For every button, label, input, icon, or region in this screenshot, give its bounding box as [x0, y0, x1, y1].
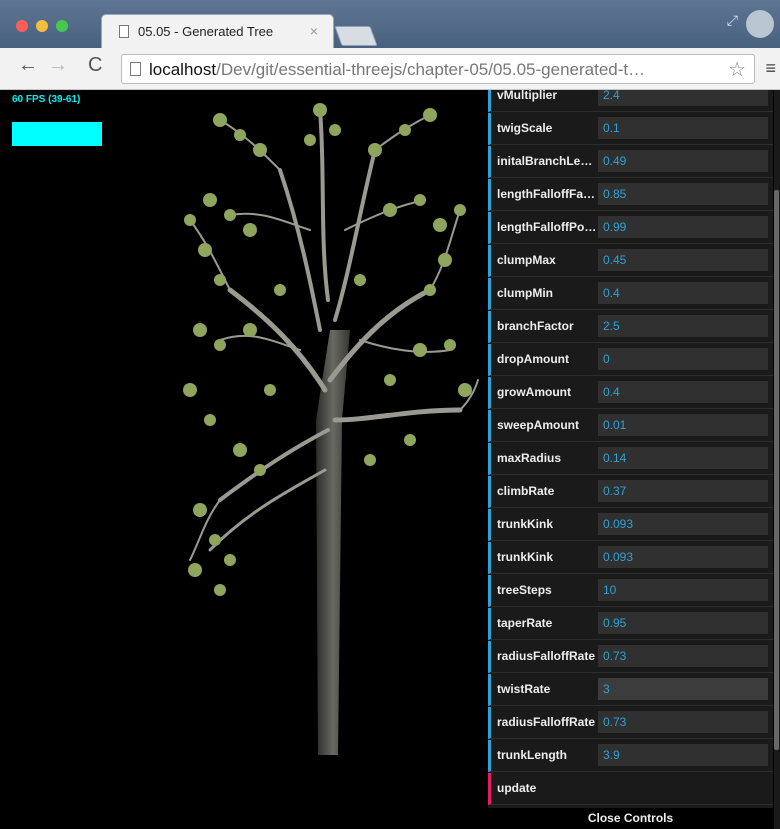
dat-gui-panel[interactable]: vMultiplier 2.4 twigScale 0.1 initalBranchLe… [488, 90, 773, 829]
gui-control-label: trunkKink [497, 550, 554, 564]
webgl-canvas[interactable]: 60 FPS (39-61) vMultiplier 2.4 twigScale… [0, 90, 780, 829]
tab-title: 05.05 - Generated Tree [138, 24, 274, 39]
gui-control-label: twigScale [497, 121, 553, 135]
gui-control-value[interactable]: 0.49 [598, 150, 768, 172]
gui-control-label: sweepAmount [497, 418, 580, 432]
gui-control-label: initalBranchLe… [497, 154, 593, 168]
tab-close-icon[interactable]: × [310, 23, 318, 39]
gui-control-row[interactable]: branchFactor 2.5 [488, 311, 773, 343]
generated-tree [183, 103, 479, 755]
address-bar[interactable]: localhost/Dev/git/essential-threejs/chap… [121, 54, 755, 84]
gui-control-value[interactable]: 0.1 [598, 117, 768, 139]
gui-control-label: taperRate [497, 616, 553, 630]
gui-control-label: maxRadius [497, 451, 562, 465]
gui-control-value[interactable]: 3 [598, 678, 768, 700]
forward-icon[interactable]: → [48, 54, 68, 77]
scrollbar-thumb[interactable] [774, 190, 779, 750]
gui-control-value[interactable]: 0.14 [598, 447, 768, 469]
tree-trunk [316, 330, 350, 755]
gui-control-value[interactable]: 0.37 [598, 480, 768, 502]
gui-control-row[interactable]: dropAmount 0 [488, 344, 773, 376]
gui-control-value[interactable]: 0.45 [598, 249, 768, 271]
gui-control-row[interactable]: taperRate 0.95 [488, 608, 773, 640]
gui-control-label: radiusFalloffRate [497, 649, 596, 663]
gui-control-value[interactable]: 2.5 [598, 315, 768, 337]
new-tab-button[interactable] [334, 26, 378, 46]
menu-icon[interactable]: ≡ [765, 58, 776, 79]
url-host: localhost [149, 60, 217, 79]
bookmark-star-icon[interactable]: ☆ [728, 57, 746, 82]
gui-control-row[interactable]: twistRate 3 [488, 674, 773, 706]
gui-control-label: clumpMax [497, 253, 556, 267]
gui-control-label: dropAmount [497, 352, 569, 366]
update-button[interactable]: update [488, 773, 773, 805]
minimize-window-button[interactable] [36, 20, 48, 32]
gui-control-value[interactable]: 0.01 [598, 414, 768, 436]
gui-control-value[interactable]: 10 [598, 579, 768, 601]
gui-control-value[interactable]: 0.95 [598, 612, 768, 634]
gui-control-label: vMultiplier [497, 90, 558, 102]
gui-control-row[interactable]: twigScale 0.1 [488, 113, 773, 145]
fps-stats[interactable]: 60 FPS (39-61) [12, 94, 102, 146]
gui-control-label: lengthFalloffPo… [497, 220, 597, 234]
gui-control-value[interactable]: 2.4 [598, 90, 768, 106]
gui-control-label: growAmount [497, 385, 571, 399]
gui-control-value[interactable]: 0 [598, 348, 768, 370]
gui-control-label: treeSteps [497, 583, 552, 597]
gui-control-label: radiusFalloffRate [497, 715, 596, 729]
gui-control-row[interactable]: sweepAmount 0.01 [488, 410, 773, 442]
gui-control-row[interactable]: initalBranchLe… 0.49 [488, 146, 773, 178]
gui-control-label: branchFactor [497, 319, 574, 333]
gui-control-row[interactable]: clumpMax 0.45 [488, 245, 773, 277]
gui-control-row[interactable]: clumpMin 0.4 [488, 278, 773, 310]
gui-control-row[interactable]: trunkLength 3.9 [488, 740, 773, 772]
gui-control-label: clumpMin [497, 286, 553, 300]
gui-control-row[interactable]: climbRate 0.37 [488, 476, 773, 508]
gui-control-label: lengthFalloffFa… [497, 187, 595, 201]
gui-control-row[interactable]: treeSteps 10 [488, 575, 773, 607]
gui-control-value[interactable]: 0.4 [598, 282, 768, 304]
gui-control-row[interactable]: radiusFalloffRate 0.73 [488, 707, 773, 739]
update-label: update [497, 781, 537, 795]
page-icon [130, 62, 141, 76]
back-icon[interactable]: ← [18, 54, 38, 77]
gui-control-label: trunkLength [497, 748, 567, 762]
page-scrollbar[interactable] [774, 90, 780, 829]
gui-control-value[interactable]: 0.73 [598, 645, 768, 667]
gui-control-value[interactable]: 0.093 [598, 513, 768, 535]
fullscreen-icon[interactable]: ⤢ [727, 12, 738, 29]
window-controls [16, 20, 68, 32]
gui-control-value[interactable]: 0.85 [598, 183, 768, 205]
gui-control-label: twistRate [497, 682, 551, 696]
gui-control-value[interactable]: 3.9 [598, 744, 768, 766]
url-path: /Dev/git/essential-threejs/chapter-05/05… [216, 60, 646, 79]
close-controls-button[interactable]: Close Controls [488, 808, 773, 829]
gui-control-row[interactable]: radiusFalloffRate 0.73 [488, 641, 773, 673]
url-text[interactable]: localhost/Dev/git/essential-threejs/chap… [149, 60, 645, 80]
gui-control-value[interactable]: 0.093 [598, 546, 768, 568]
close-window-button[interactable] [16, 20, 28, 32]
gui-control-row[interactable]: trunkKink 0.093 [488, 542, 773, 574]
gui-control-row[interactable]: lengthFalloffFa… 0.85 [488, 179, 773, 211]
profile-icon[interactable] [746, 10, 774, 38]
zoom-window-button[interactable] [56, 20, 68, 32]
gui-control-label: climbRate [497, 484, 555, 498]
gui-control-label: trunkKink [497, 517, 554, 531]
fps-label: 60 FPS (39-61) [12, 94, 81, 105]
gui-control-row[interactable]: trunkKink 0.093 [488, 509, 773, 541]
gui-control-row[interactable]: maxRadius 0.14 [488, 443, 773, 475]
browser-toolbar: ← → C localhost/Dev/git/essential-threej… [0, 48, 780, 90]
window-titlebar: 05.05 - Generated Tree × ⤢ [0, 0, 780, 48]
gui-control-value[interactable]: 0.73 [598, 711, 768, 733]
page-icon [119, 25, 129, 38]
gui-control-value[interactable]: 0.99 [598, 216, 768, 238]
gui-control-row[interactable]: vMultiplier 2.4 [488, 90, 773, 112]
gui-control-row[interactable]: growAmount 0.4 [488, 377, 773, 409]
browser-tab[interactable]: 05.05 - Generated Tree × [101, 14, 334, 48]
gui-control-row[interactable]: lengthFalloffPo… 0.99 [488, 212, 773, 244]
reload-icon[interactable]: C [88, 54, 102, 77]
fps-graph [12, 122, 102, 146]
gui-control-value[interactable]: 0.4 [598, 381, 768, 403]
